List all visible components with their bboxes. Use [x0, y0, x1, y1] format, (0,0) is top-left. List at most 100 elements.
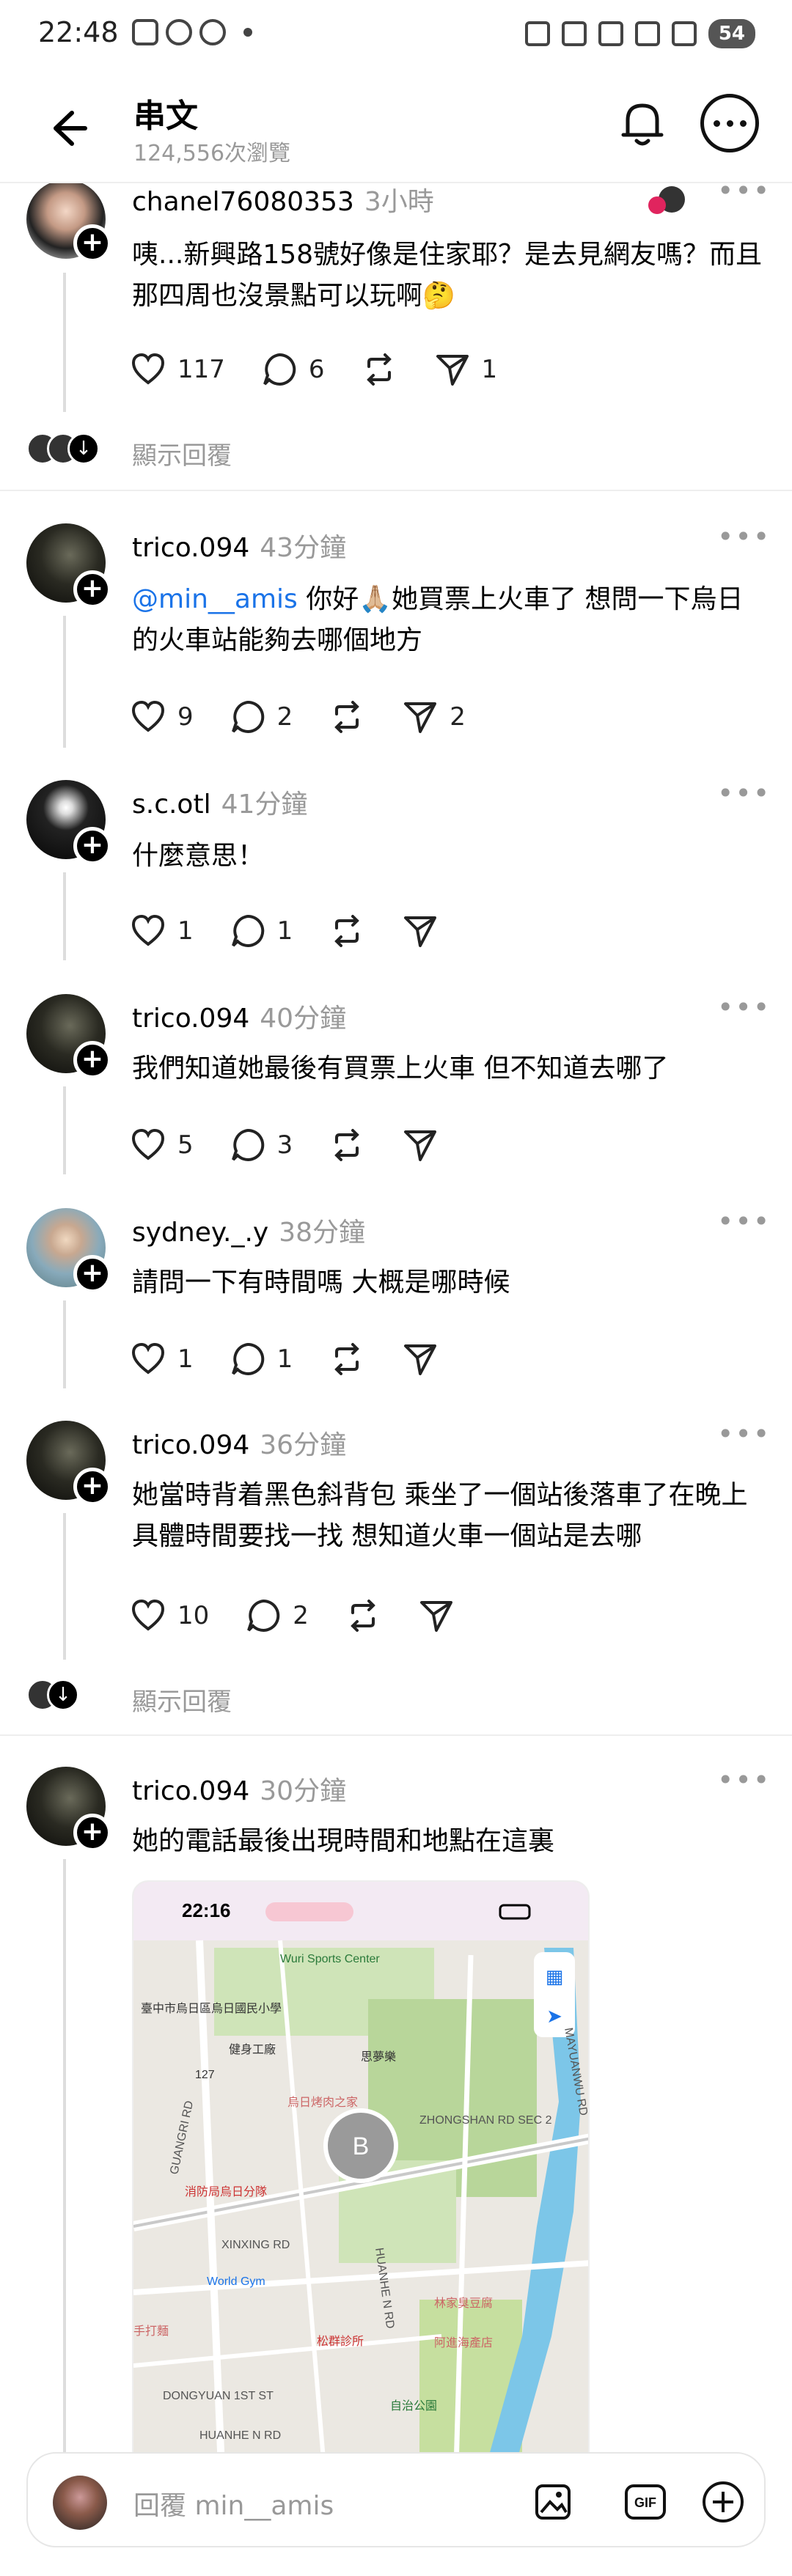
- repost-icon: [334, 1343, 360, 1375]
- share-button[interactable]: 2: [401, 698, 466, 736]
- repost-button[interactable]: [328, 698, 366, 736]
- follow-plus-button[interactable]: +: [73, 1041, 111, 1079]
- gallery-notification-icon: [132, 19, 158, 45]
- post-time: 3小時: [364, 187, 434, 217]
- post-time: 36分鐘: [260, 1430, 347, 1460]
- gif-icon[interactable]: GIF: [620, 2477, 670, 2527]
- follow-plus-button[interactable]: +: [73, 224, 111, 262]
- map-screenshot-image[interactable]: 22:16 B ▦ ➤ Wuri Sports Center 臺中市烏日區烏日國…: [132, 1880, 590, 2467]
- username[interactable]: chanel76080353: [132, 187, 354, 217]
- expand-replies-icon[interactable]: ↓: [67, 433, 100, 465]
- share-button[interactable]: [401, 912, 439, 950]
- repost-button[interactable]: [328, 1126, 366, 1164]
- map-label: DONGYUAN 1ST ST: [163, 2390, 274, 2402]
- share-count: 2: [450, 702, 466, 732]
- like-count: 5: [177, 1130, 194, 1160]
- map-label: 思夢樂: [361, 2050, 396, 2064]
- like-button[interactable]: 10: [129, 1597, 209, 1635]
- map-label: 手打麵: [133, 2325, 169, 2338]
- follow-plus-button[interactable]: +: [73, 1255, 111, 1293]
- post-more-icon[interactable]: •••: [717, 991, 771, 1023]
- repost-button[interactable]: [328, 1340, 366, 1378]
- post-header: trico.094 40分鐘: [132, 997, 346, 1035]
- map-label: 烏日烤肉之家: [287, 2096, 358, 2109]
- show-replies-link[interactable]: 顯示回覆: [132, 435, 232, 471]
- repost-button[interactable]: [344, 1597, 382, 1635]
- expand-replies-icon[interactable]: ↓: [47, 1679, 79, 1711]
- reply-input-placeholder[interactable]: 回覆 min__amis: [133, 2484, 334, 2522]
- reply-button[interactable]: 1: [229, 912, 293, 950]
- repost-button[interactable]: [360, 350, 398, 389]
- map-layers-icon[interactable]: ▦: [546, 1966, 564, 1988]
- reply-composer[interactable]: 回覆 min__amis GIF: [26, 2452, 766, 2547]
- post-actions: 9 2 2: [129, 698, 501, 736]
- thread-line: [63, 872, 66, 960]
- liked-by-avatars-icon: [648, 186, 685, 214]
- image-attach-icon[interactable]: [529, 2477, 579, 2527]
- post-more-icon[interactable]: •••: [717, 1418, 771, 1450]
- mute-icon: [561, 21, 587, 46]
- reply-button[interactable]: 2: [244, 1597, 309, 1635]
- heart-icon: [131, 1342, 165, 1375]
- show-replies-link[interactable]: 顯示回覆: [132, 1682, 232, 1718]
- like-count: 10: [177, 1601, 210, 1630]
- more-options-button[interactable]: [700, 94, 759, 152]
- post-actions: 117 6 1: [129, 350, 532, 389]
- post-header: sydney._.y 38分鐘: [132, 1211, 365, 1249]
- username[interactable]: trico.094: [132, 1776, 249, 1806]
- username[interactable]: s.c.otl: [132, 790, 211, 820]
- reply-count: 6: [308, 355, 325, 384]
- reply-avatars: ↓: [26, 1679, 79, 1711]
- more-notifications-dot-icon: [243, 28, 252, 37]
- reply-count: 3: [276, 1130, 293, 1160]
- map-label: 自治公園: [390, 2399, 437, 2413]
- map-label: Wuri Sports Center: [280, 1953, 380, 1965]
- like-count: 9: [177, 702, 194, 732]
- like-button[interactable]: 9: [129, 698, 194, 736]
- post-more-icon[interactable]: •••: [717, 520, 771, 553]
- follow-plus-button[interactable]: +: [73, 570, 111, 608]
- like-button[interactable]: 1: [129, 1340, 194, 1378]
- follow-plus-button[interactable]: +: [73, 1814, 111, 1852]
- bell-icon[interactable]: [615, 95, 670, 151]
- share-button[interactable]: [417, 1597, 455, 1635]
- post-text: 她當時背着黑色斜背包 ￼乘坐了一個站後落車了在晚上 具體時間要找一找 想知道火車…: [132, 1480, 748, 1551]
- mention-link[interactable]: @min__amis: [132, 584, 298, 614]
- comment-icon: [231, 1128, 264, 1161]
- follow-plus-button[interactable]: +: [73, 827, 111, 865]
- username[interactable]: trico.094: [132, 1430, 249, 1460]
- like-button[interactable]: 1: [129, 912, 194, 950]
- follow-plus-button[interactable]: +: [73, 1468, 111, 1506]
- repost-icon: [334, 1129, 360, 1161]
- comment-icon: [231, 1342, 264, 1375]
- map-locate-icon[interactable]: ➤: [546, 2006, 562, 2028]
- map-label: HUANHE N RD: [199, 2429, 281, 2442]
- share-count: 1: [481, 355, 498, 384]
- username[interactable]: sydney._.y: [132, 1218, 268, 1248]
- add-attachment-icon[interactable]: [698, 2477, 748, 2527]
- post-more-icon[interactable]: •••: [717, 1764, 771, 1796]
- username[interactable]: trico.094: [132, 1004, 249, 1034]
- post-actions: 5 3: [129, 1126, 474, 1164]
- post-more-icon[interactable]: •••: [717, 1205, 771, 1237]
- reply-button[interactable]: 1: [229, 1340, 293, 1378]
- back-arrow-icon[interactable]: [43, 103, 94, 154]
- like-button[interactable]: 117: [129, 350, 225, 389]
- post-text: 咦...新興路158號好像是住家耶？是去見網友嗎？而且那四周也沒景點可以玩啊🤔: [132, 240, 763, 311]
- post-more-icon[interactable]: •••: [717, 777, 771, 809]
- share-button[interactable]: [401, 1126, 439, 1164]
- username[interactable]: trico.094: [132, 533, 249, 563]
- reply-button[interactable]: 3: [229, 1126, 293, 1164]
- emoji-notification-icon: [166, 19, 192, 45]
- post-time: 38分鐘: [279, 1218, 366, 1248]
- share-button[interactable]: 1: [433, 350, 498, 389]
- like-button[interactable]: 5: [129, 1126, 194, 1164]
- reply-button[interactable]: 6: [260, 350, 325, 389]
- repost-button[interactable]: [328, 912, 366, 950]
- heart-icon: [131, 1128, 165, 1160]
- app-notification-icon: [199, 19, 226, 45]
- share-button[interactable]: [401, 1340, 439, 1378]
- reply-button[interactable]: 2: [229, 698, 293, 736]
- divider: [0, 490, 792, 491]
- post-time: 30分鐘: [260, 1776, 347, 1806]
